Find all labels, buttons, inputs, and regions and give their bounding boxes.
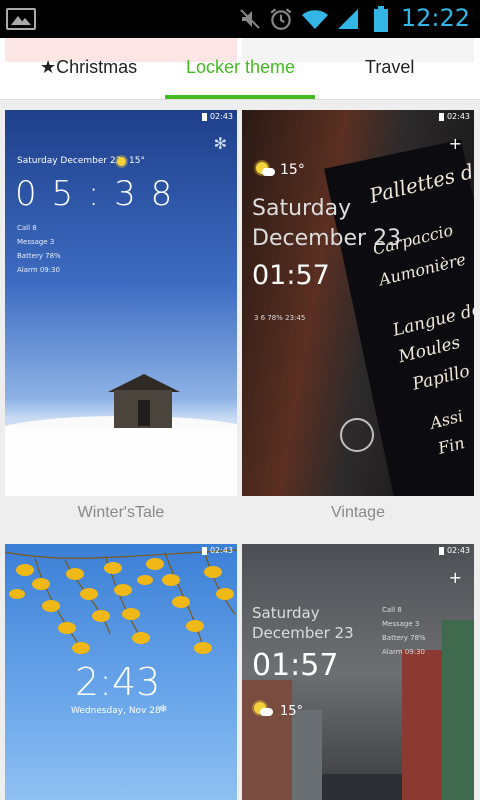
building — [442, 620, 474, 800]
snowflake-icon: ❄ — [159, 704, 168, 715]
tab-divider — [0, 99, 480, 100]
tab-locker-theme[interactable]: Locker theme — [186, 57, 295, 78]
preview-date: December 23 — [252, 226, 402, 251]
preview-status: 02:43 — [201, 546, 233, 555]
theme-card-street[interactable]: 02:43 + Saturday December 23 01:57 15° C… — [242, 544, 474, 800]
preview-info-message: Message 3 — [382, 620, 420, 628]
tab-christmas[interactable]: ★Christmas — [40, 57, 137, 78]
preview-clock: 0 5 : 3 8 — [15, 174, 175, 214]
preview-info-call: Call 8 — [382, 606, 402, 614]
theme-card-leaves[interactable]: 02:43 2:43 Wednesday, Nov 28 ❄ — [5, 544, 237, 800]
preview-info-call: Call 8 — [17, 224, 37, 232]
hut-image — [108, 374, 180, 429]
preview-info-row: 3 6 78% 23:45 — [254, 314, 306, 322]
theme-card-winterstale[interactable]: 02:43 Saturday December 23 15° ✻ 0 5 : 3… — [5, 110, 237, 496]
preview-info-battery: Battery 78% — [382, 634, 426, 642]
building — [402, 650, 442, 800]
preview-status: 02:43 — [438, 112, 470, 121]
tab-bar: ★Christmas Locker theme Travel — [0, 38, 480, 100]
preview-temp: 15° — [129, 156, 145, 166]
settings-gear-icon: ✻ — [213, 134, 227, 153]
preview-date: Wednesday, Nov 28 — [71, 706, 161, 716]
preview-temp: 15° — [280, 704, 304, 719]
preview-clock: 2:43 — [75, 660, 161, 704]
preview-temp: 15° — [280, 162, 305, 178]
signal-icon — [338, 9, 358, 29]
theme-card-vintage[interactable]: Pallettes de Carpaccio Aumonière Langue … — [242, 110, 474, 496]
building — [242, 680, 292, 800]
building — [292, 710, 322, 800]
canal-water — [322, 774, 402, 800]
preview-date: December 23 — [252, 624, 354, 642]
add-icon: + — [448, 568, 462, 587]
status-icons — [238, 4, 360, 34]
preview-date: Saturday December 23 — [17, 156, 122, 166]
status-time: 12:22 — [400, 4, 470, 32]
battery-icon — [374, 6, 388, 32]
preview-info-alarm: Alarm 09:30 — [17, 266, 60, 274]
preview-clock: 01:57 — [252, 648, 339, 683]
preview-status: 02:43 — [438, 546, 470, 555]
preview-status: 02:43 — [201, 112, 233, 121]
preview-day: Saturday — [252, 604, 320, 622]
preview-info-message: Message 3 — [17, 238, 55, 246]
unlock-ring — [340, 418, 374, 452]
snow-ground — [5, 426, 237, 496]
tab-travel[interactable]: Travel — [365, 57, 414, 78]
preview-day: Saturday — [252, 196, 352, 221]
weather-cloud-icon — [260, 708, 273, 716]
weather-sun-icon — [117, 157, 126, 166]
theme-caption-winterstale: Winter'sTale — [77, 504, 165, 521]
theme-caption-vintage: Vintage — [331, 504, 385, 521]
mute-icon — [240, 9, 260, 29]
alarm-icon — [270, 8, 292, 30]
weather-cloud-icon — [262, 168, 275, 176]
preview-clock: 01:57 — [252, 260, 330, 291]
gallery-icon — [6, 8, 36, 30]
wifi-icon — [302, 10, 328, 30]
status-bar: 12:22 — [0, 0, 480, 38]
preview-info-alarm: Alarm 09:30 — [382, 648, 425, 656]
preview-info-battery: Battery 78% — [17, 252, 61, 260]
add-icon: + — [448, 134, 462, 153]
